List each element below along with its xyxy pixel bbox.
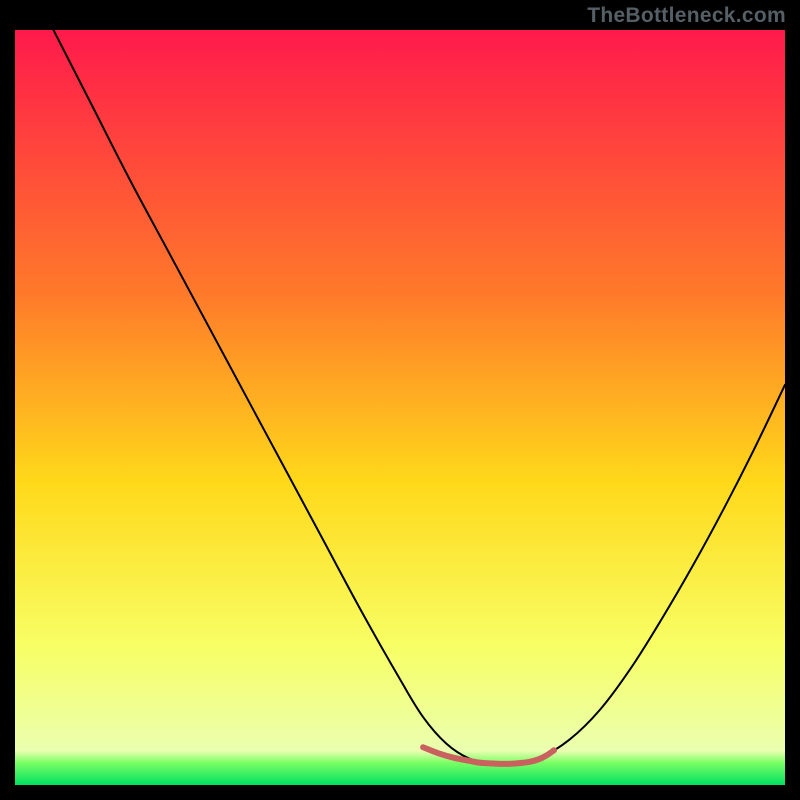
chart-stage: TheBottleneck.com — [0, 0, 800, 800]
chart-plot — [15, 30, 785, 785]
watermark-text: TheBottleneck.com — [587, 4, 786, 28]
chart-svg — [15, 30, 785, 785]
gradient-background — [15, 30, 785, 785]
